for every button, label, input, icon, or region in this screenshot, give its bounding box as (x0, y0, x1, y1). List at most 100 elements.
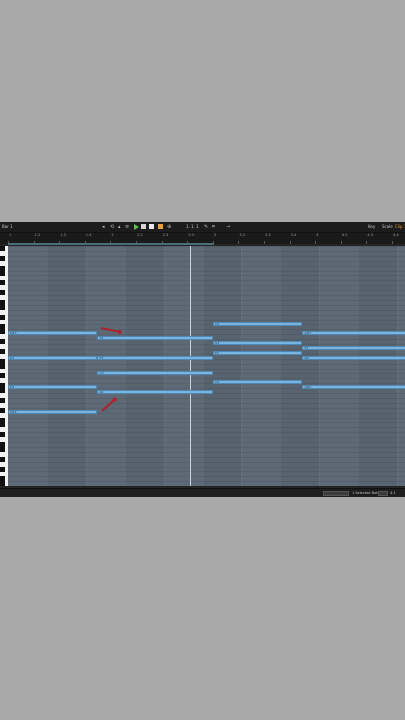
zoom-slider[interactable] (323, 491, 349, 496)
ruler-marker: 2 (111, 233, 114, 237)
ruler-marker: 2.3 (162, 233, 169, 237)
note-label: F3 (304, 346, 309, 350)
black-key[interactable] (0, 339, 5, 345)
play-icon[interactable] (134, 224, 139, 230)
beat-band (124, 246, 164, 486)
black-key[interactable] (0, 255, 5, 261)
black-key[interactable] (0, 407, 5, 413)
transport-toolbar: Bar 1 ◂ ⟲ ▴ ≡ ⊕ 1. 1. 1 ✎ ⌗ → Key Scale … (0, 222, 405, 233)
status-value: 4.1 (390, 491, 396, 495)
black-key[interactable] (0, 290, 5, 296)
midi-note[interactable]: C3 (97, 370, 213, 375)
black-key[interactable] (0, 270, 5, 276)
arrangement-icon[interactable]: ≡ (125, 224, 129, 230)
black-key[interactable] (0, 329, 5, 335)
ruler-tick (366, 241, 368, 244)
black-key[interactable] (0, 446, 5, 452)
beat-band (358, 246, 397, 486)
note-label: D3 (10, 385, 15, 390)
midi-note[interactable]: G3 (8, 355, 98, 360)
ruler-marker: 1.4 (85, 233, 92, 237)
ruler-marker: 4.3 (367, 233, 374, 237)
beat-band (202, 246, 242, 486)
playhead-cursor (190, 246, 191, 486)
ruler-marker: 3.4 (290, 233, 297, 237)
annotation-arrow-down (101, 398, 116, 412)
black-key[interactable] (0, 388, 5, 394)
metronome-icon[interactable]: ▴ (118, 224, 121, 230)
black-key[interactable] (0, 304, 5, 310)
black-key[interactable] (0, 422, 5, 428)
note-label: C3 (215, 380, 220, 385)
black-key[interactable] (0, 481, 5, 486)
ruler-marker: 4.4 (393, 233, 399, 237)
automation-icon[interactable]: ⊕ (167, 224, 171, 230)
ruler-tick (315, 241, 317, 244)
note-editor-grid[interactable]: A#3 G3 D3 A#2 A3 F3 C3 A2 C4 G3 E3 C3 A#3 F3 D3 A#2 (8, 246, 405, 486)
black-key[interactable] (0, 280, 5, 286)
value-box[interactable] (378, 491, 388, 496)
quantize-icon[interactable]: ⌗ (212, 224, 215, 230)
midi-note[interactable]: C3 (213, 380, 303, 385)
note-label: C4 (215, 321, 220, 326)
grid-beat-line (241, 246, 243, 486)
ruler-tick (289, 241, 291, 244)
black-key[interactable] (0, 397, 5, 403)
loop-icon[interactable]: ⟲ (110, 224, 114, 230)
black-key[interactable] (0, 363, 5, 369)
black-key[interactable] (0, 456, 5, 462)
record-icon[interactable] (149, 224, 154, 229)
follow-icon[interactable]: → (226, 224, 230, 230)
midi-note[interactable]: A3 (97, 336, 213, 341)
ruler-marker: 4.2 (341, 233, 348, 237)
ruler-marker: 1 (9, 233, 12, 237)
grid-beat-line (163, 246, 165, 486)
beat-band (46, 246, 86, 486)
midi-note[interactable]: C4 (213, 321, 303, 326)
loop-brace[interactable] (8, 243, 214, 245)
note-label: A#2 (304, 385, 311, 390)
black-key[interactable] (0, 246, 5, 251)
midi-note[interactable]: A2 (97, 390, 213, 395)
ruler-tick (238, 241, 240, 244)
black-key[interactable] (0, 314, 5, 320)
ruler-tick (264, 241, 265, 244)
midi-note[interactable]: G3 (213, 341, 303, 346)
draw-mode-icon[interactable]: ✎ (204, 224, 208, 230)
scale-label[interactable]: Scale (382, 223, 393, 231)
position-display[interactable]: 1. 1. 1 (186, 223, 199, 231)
stop-icon[interactable] (141, 224, 146, 229)
midi-note[interactable]: A#3 (8, 331, 98, 336)
note-label: C3 (99, 370, 104, 375)
bar-label: Bar 1 (2, 224, 13, 229)
midi-note[interactable]: F3 (302, 346, 405, 350)
note-label: D3 (304, 355, 309, 360)
midi-note[interactable]: D3 (8, 385, 98, 390)
midi-note[interactable]: D3 (302, 355, 405, 360)
piano-keyboard[interactable] (0, 246, 8, 486)
grid-beat-line (397, 246, 398, 486)
note-label: A#3 (304, 331, 311, 336)
midi-note[interactable]: A#2 (302, 385, 405, 390)
overdub-icon[interactable] (158, 224, 163, 229)
note-label: A#2 (10, 409, 17, 414)
ruler-marker: 3.2 (239, 233, 246, 237)
midi-note[interactable]: F3 (97, 355, 213, 360)
ruler-marker: 1.2 (34, 233, 41, 237)
key-label[interactable]: Key (368, 223, 375, 231)
note-label: F3 (99, 355, 104, 360)
back-icon[interactable]: ◂ (102, 224, 105, 230)
beat-band (280, 246, 320, 486)
midi-note[interactable]: A#2 (8, 409, 98, 414)
note-label: G3 (10, 355, 15, 360)
clip-label[interactable]: Clip 1 (395, 223, 405, 231)
midi-note[interactable]: A#3 (302, 331, 405, 336)
ruler-marker: 1.3 (60, 233, 66, 237)
midi-note[interactable]: E3 (213, 350, 303, 355)
black-key[interactable] (0, 348, 5, 354)
status-bar: 1 Selected Notes 4.1 (0, 488, 405, 497)
piano-roll-window: Bar 1 ◂ ⟲ ▴ ≡ ⊕ 1. 1. 1 ✎ ⌗ → Key Scale … (0, 222, 405, 497)
black-key[interactable] (0, 466, 5, 472)
black-key[interactable] (0, 432, 5, 438)
black-key[interactable] (0, 373, 5, 379)
